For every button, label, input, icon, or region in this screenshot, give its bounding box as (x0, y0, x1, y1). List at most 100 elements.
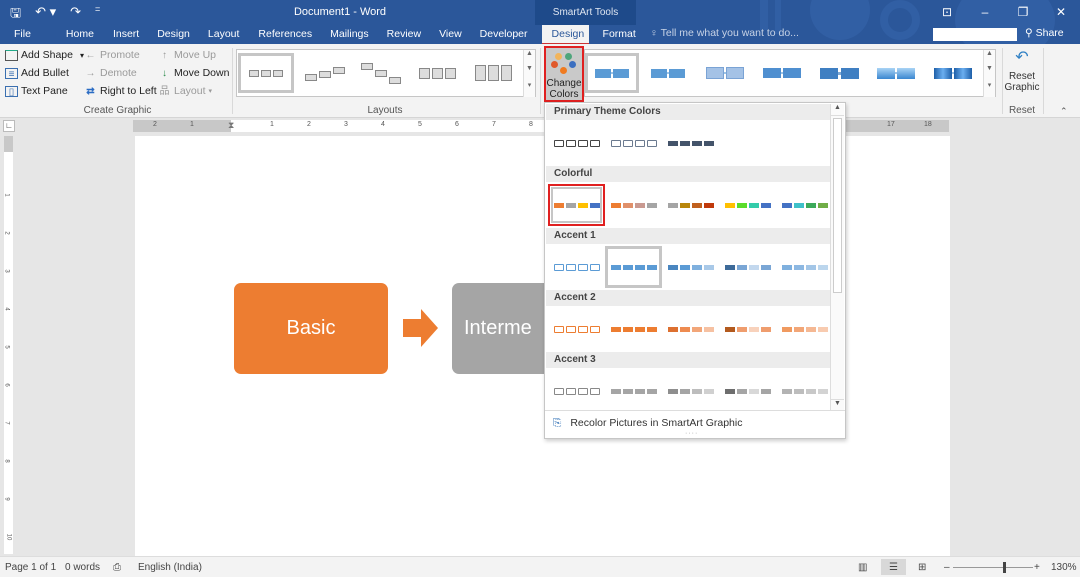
color-option[interactable] (776, 370, 833, 412)
tab-home[interactable]: Home (40, 25, 103, 44)
zoom-level[interactable]: 130% (1051, 562, 1077, 573)
color-option[interactable] (605, 246, 662, 288)
layout-option-step-up[interactable] (299, 53, 351, 93)
tab-layout[interactable]: Layout (199, 25, 249, 44)
lightbulb-icon: ♀ (650, 27, 658, 39)
color-option[interactable] (548, 370, 605, 412)
color-option[interactable] (719, 184, 776, 226)
style-option-polished[interactable] (869, 53, 923, 93)
indent-marker[interactable]: ⧗ (228, 120, 234, 131)
web-layout-icon[interactable]: ⊞ (918, 562, 926, 573)
tab-file[interactable]: File (0, 25, 40, 44)
add-shape-button[interactable]: Add Shape ▾ (5, 49, 84, 61)
bullet-list-icon: ≡ (5, 67, 18, 80)
layout-option-process-list[interactable] (411, 53, 463, 93)
layout-button[interactable]: 品 Layout ▾ (158, 85, 213, 97)
gallery-more-button[interactable]: ▾ (523, 81, 535, 97)
color-option[interactable] (605, 122, 662, 164)
gallery-scroll-down[interactable]: ▼ (523, 65, 535, 81)
color-option[interactable] (719, 370, 776, 412)
word-count[interactable]: 0 words (65, 562, 100, 573)
color-option[interactable] (662, 370, 719, 412)
account-name-box[interactable] (933, 28, 1017, 41)
layout-option-hierarchy[interactable] (355, 53, 407, 93)
layout-option-accent-process[interactable] (467, 53, 519, 93)
scroll-up-button[interactable]: ▲ (831, 104, 844, 116)
color-option[interactable] (605, 184, 662, 226)
style-option-subtle-effect[interactable] (698, 53, 752, 93)
tab-smartart-design[interactable]: Design (541, 25, 589, 44)
tab-review[interactable]: Review (378, 25, 430, 44)
dropdown-scrollbar[interactable]: ▲ ▼ (830, 104, 844, 411)
gallery-more-button[interactable]: ▾ (983, 81, 995, 97)
print-layout-icon[interactable]: ☰ (881, 559, 906, 575)
color-option[interactable] (776, 184, 833, 226)
tab-view[interactable]: View (430, 25, 471, 44)
color-option[interactable] (548, 308, 605, 350)
move-up-button[interactable]: ↑ Move Up (158, 49, 216, 61)
color-option[interactable] (776, 246, 833, 288)
gallery-scroll-up[interactable]: ▲ (983, 50, 995, 65)
gallery-scroll-up[interactable]: ▲ (523, 50, 535, 65)
demote-button[interactable]: → Demote (84, 67, 137, 79)
color-option[interactable] (719, 308, 776, 350)
color-option[interactable] (662, 184, 719, 226)
restore-icon[interactable]: ❐ (1004, 0, 1042, 24)
tab-selector[interactable]: ∟ (3, 120, 15, 132)
share-button[interactable]: ⚲ Share (1025, 27, 1064, 39)
color-option[interactable] (662, 122, 719, 164)
proofing-icon[interactable]: ⎙ (113, 562, 121, 573)
read-mode-icon[interactable]: ▥ (858, 562, 867, 573)
color-option[interactable] (548, 246, 605, 288)
color-option[interactable] (605, 308, 662, 350)
color-option[interactable] (605, 370, 662, 412)
tab-mailings[interactable]: Mailings (321, 25, 378, 44)
resize-grip[interactable]: ···· (685, 430, 698, 437)
move-down-label: Move Down (174, 67, 230, 79)
style-option-inset[interactable] (926, 53, 980, 93)
zoom-slider-thumb[interactable] (1002, 562, 1006, 573)
tell-me-placeholder: Tell me what you want to do... (660, 27, 799, 39)
color-option[interactable] (548, 122, 605, 164)
gallery-scroll-down[interactable]: ▼ (983, 65, 995, 81)
text-pane-button[interactable]: ▯ Text Pane (5, 85, 68, 98)
recolor-pictures-option[interactable]: ⎘ Recolor Pictures in SmartArt Graphic ·… (545, 410, 845, 438)
layout-option-basic-process[interactable] (238, 53, 294, 93)
right-to-left-button[interactable]: ⇄ Right to Left (84, 85, 156, 97)
color-chip (781, 326, 792, 332)
style-option-intense-effect[interactable] (812, 53, 866, 93)
promote-button[interactable]: ← Promote (84, 49, 140, 61)
close-icon[interactable]: ✕ (1042, 0, 1080, 24)
color-option[interactable] (662, 246, 719, 288)
style-option-moderate-effect[interactable] (755, 53, 809, 93)
scroll-thumb[interactable] (833, 118, 842, 293)
zoom-slider[interactable] (953, 562, 1033, 573)
color-option[interactable] (719, 246, 776, 288)
language[interactable]: English (India) (138, 562, 202, 573)
vertical-ruler[interactable]: 1 2 3 4 5 6 7 8 9 10 (4, 136, 13, 554)
change-colors-button[interactable]: Change Colors ▾ (544, 46, 584, 111)
add-bullet-button[interactable]: ≡ Add Bullet (5, 67, 69, 80)
tab-smartart-format[interactable]: Format (589, 25, 645, 44)
page-count[interactable]: Page 1 of 1 (5, 562, 56, 573)
collapse-ribbon-icon[interactable]: ⌃ (1060, 106, 1068, 117)
tab-insert[interactable]: Insert (103, 25, 148, 44)
tab-design[interactable]: Design (148, 25, 199, 44)
smartart-shape-basic[interactable]: Basic (234, 283, 388, 374)
color-option[interactable] (548, 184, 605, 226)
tell-me-search[interactable]: ♀ Tell me what you want to do... (650, 27, 799, 39)
style-option-white-outline[interactable] (641, 53, 695, 93)
minimize-icon[interactable]: – (966, 0, 1004, 24)
move-down-button[interactable]: ↓ Move Down (158, 67, 229, 79)
zoom-out-button[interactable]: – (944, 562, 950, 573)
color-option[interactable] (776, 308, 833, 350)
reset-graphic-button[interactable]: ↶ Reset Graphic (1004, 47, 1040, 93)
ruler-tick-label: 4 (381, 121, 385, 128)
ruler-tick-label: 2 (153, 121, 157, 128)
tab-developer[interactable]: Developer (471, 25, 542, 44)
tab-references[interactable]: References (248, 25, 321, 44)
color-option[interactable] (662, 308, 719, 350)
ribbon-display-options-icon[interactable]: ⊡ (928, 0, 966, 24)
style-option-simple-fill[interactable] (585, 53, 639, 93)
zoom-in-button[interactable]: + (1034, 562, 1040, 573)
